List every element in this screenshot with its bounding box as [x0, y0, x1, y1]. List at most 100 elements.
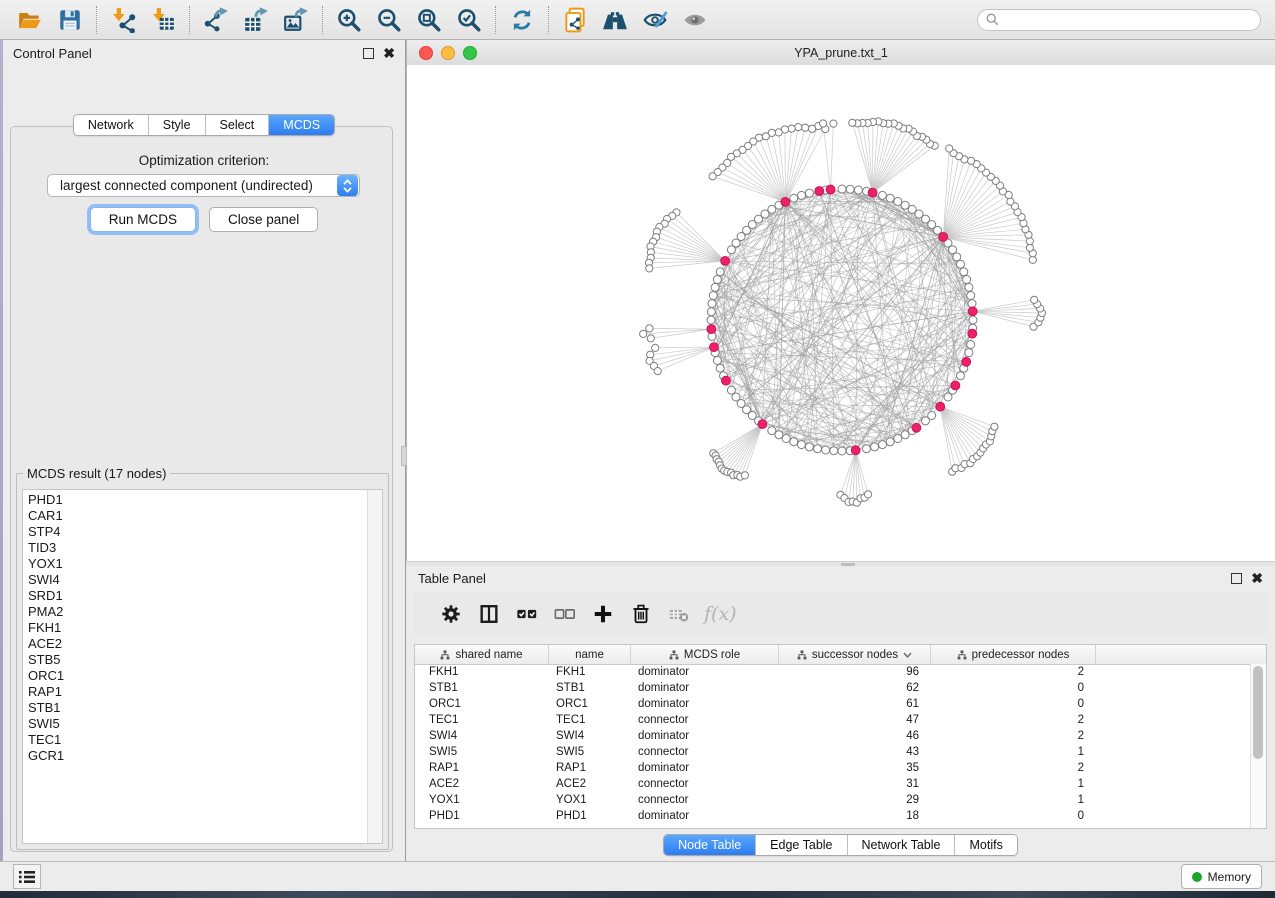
import-network-button[interactable] [103, 4, 143, 36]
network-node[interactable] [879, 191, 887, 199]
network-node[interactable] [960, 268, 968, 276]
mcds-result-item[interactable]: ORC1 [23, 668, 382, 684]
close-panel-button[interactable]: Close panel [209, 207, 318, 232]
network-node[interactable] [968, 300, 976, 308]
network-node[interactable] [788, 125, 795, 132]
network-window-titlebar[interactable]: YPA_prune.txt_1 [407, 40, 1275, 66]
table-row[interactable]: SWI4SWI4dominator462 [415, 728, 1251, 744]
network-node[interactable] [716, 268, 724, 276]
network-node[interactable] [727, 246, 735, 254]
network-node-dominator[interactable] [710, 343, 719, 352]
table-row[interactable]: SWI5SWI5connector431 [415, 744, 1251, 760]
zoom-in-button[interactable] [329, 4, 369, 36]
close-panel-icon[interactable]: ✖ [383, 48, 395, 59]
network-node[interactable] [707, 316, 715, 324]
function-builder-icon[interactable]: f(x) [704, 603, 737, 625]
delete-table-button[interactable] [660, 603, 698, 625]
binoculars-button[interactable] [595, 4, 635, 36]
mcds-result-item[interactable]: SWI5 [23, 716, 382, 732]
network-node[interactable] [894, 435, 902, 443]
network-node[interactable] [901, 201, 909, 209]
export-table-button[interactable] [236, 4, 276, 36]
network-node[interactable] [768, 427, 776, 435]
mcds-result-item[interactable]: TID3 [23, 540, 382, 556]
network-node[interactable] [901, 431, 909, 439]
network-node[interactable] [863, 445, 871, 453]
network-node[interactable] [967, 292, 975, 300]
network-node[interactable] [805, 189, 813, 197]
mcds-result-item[interactable]: GCR1 [23, 748, 382, 764]
mcds-result-item[interactable]: STP4 [23, 524, 382, 540]
network-node[interactable] [713, 276, 721, 284]
vertical-splitter-grip[interactable] [401, 446, 407, 466]
network-node-dominator[interactable] [707, 325, 716, 334]
network-node[interactable] [846, 185, 854, 193]
zoom-fit-button[interactable] [409, 4, 449, 36]
add-column-button[interactable] [584, 603, 622, 625]
network-node-dominator[interactable] [721, 257, 730, 266]
network-node[interactable] [820, 120, 827, 127]
mcds-result-item[interactable]: YOX1 [23, 556, 382, 572]
network-node[interactable] [647, 335, 654, 342]
network-node[interactable] [838, 447, 846, 455]
column-header-shared-name[interactable]: shared name [415, 645, 549, 664]
save-button[interactable] [50, 4, 90, 36]
mcds-result-item[interactable]: CAR1 [23, 508, 382, 524]
mcds-result-item[interactable]: PHD1 [23, 492, 382, 508]
network-node[interactable] [865, 491, 872, 498]
column-header-MCDS-role[interactable]: MCDS role [631, 645, 779, 664]
network-node[interactable] [886, 438, 894, 446]
column-header-successor-nodes[interactable]: successor nodes [779, 645, 931, 664]
task-history-button[interactable] [13, 864, 41, 889]
network-node[interactable] [790, 438, 798, 446]
network-node-dominator[interactable] [962, 357, 971, 366]
network-node[interactable] [708, 300, 716, 308]
tab-node-table[interactable]: Node Table [664, 835, 756, 855]
network-node[interactable] [886, 194, 894, 202]
network-node-dominator[interactable] [815, 187, 824, 196]
network-node[interactable] [968, 157, 975, 164]
network-canvas[interactable] [407, 65, 1275, 561]
network-node-dominator[interactable] [936, 402, 945, 411]
network-node[interactable] [775, 129, 782, 136]
table-scrollbar-thumb[interactable] [1253, 666, 1263, 759]
network-node[interactable] [814, 445, 822, 453]
network-node[interactable] [849, 119, 856, 126]
network-node[interactable] [709, 173, 716, 180]
network-node-dominator[interactable] [851, 446, 860, 455]
export-network-button[interactable] [196, 4, 236, 36]
network-node[interactable] [946, 145, 953, 152]
network-node-dominator[interactable] [868, 188, 877, 197]
network-node[interactable] [1007, 198, 1014, 205]
network-node-dominator[interactable] [968, 307, 977, 316]
close-table-panel-icon[interactable]: ✖ [1251, 573, 1263, 584]
network-node[interactable] [957, 260, 965, 268]
share-document-button[interactable] [555, 4, 595, 36]
refresh-button[interactable] [502, 4, 542, 36]
zoom-selected-button[interactable] [449, 4, 489, 36]
network-node[interactable] [713, 357, 721, 365]
network-node-dominator[interactable] [722, 376, 731, 385]
mcds-result-item[interactable]: STB5 [23, 652, 382, 668]
network-node-dominator[interactable] [826, 185, 835, 194]
mcds-result-item[interactable]: SRD1 [23, 588, 382, 604]
mcds-result-item[interactable]: ACE2 [23, 636, 382, 652]
search-box[interactable] [977, 9, 1261, 31]
table-row[interactable]: STB1STB1dominator620 [415, 680, 1251, 696]
run-mcds-button[interactable]: Run MCDS [90, 207, 196, 232]
table-row[interactable]: PHD1PHD1dominator180 [415, 808, 1251, 824]
column-header-predecessor-nodes[interactable]: predecessor nodes [931, 645, 1096, 664]
delete-column-button[interactable] [622, 603, 660, 625]
mcds-result-item[interactable]: FKH1 [23, 620, 382, 636]
network-node[interactable] [879, 441, 887, 449]
network-node[interactable] [928, 412, 936, 420]
network-node[interactable] [775, 431, 783, 439]
import-table-button[interactable] [143, 4, 183, 36]
table-scrollbar[interactable] [1250, 664, 1266, 828]
network-node-dominator[interactable] [951, 381, 960, 390]
network-node[interactable] [953, 253, 961, 261]
show-graphics-details-button[interactable] [675, 4, 715, 36]
network-node[interactable] [908, 205, 916, 213]
network-node[interactable] [762, 133, 769, 140]
network-node[interactable] [991, 423, 998, 430]
